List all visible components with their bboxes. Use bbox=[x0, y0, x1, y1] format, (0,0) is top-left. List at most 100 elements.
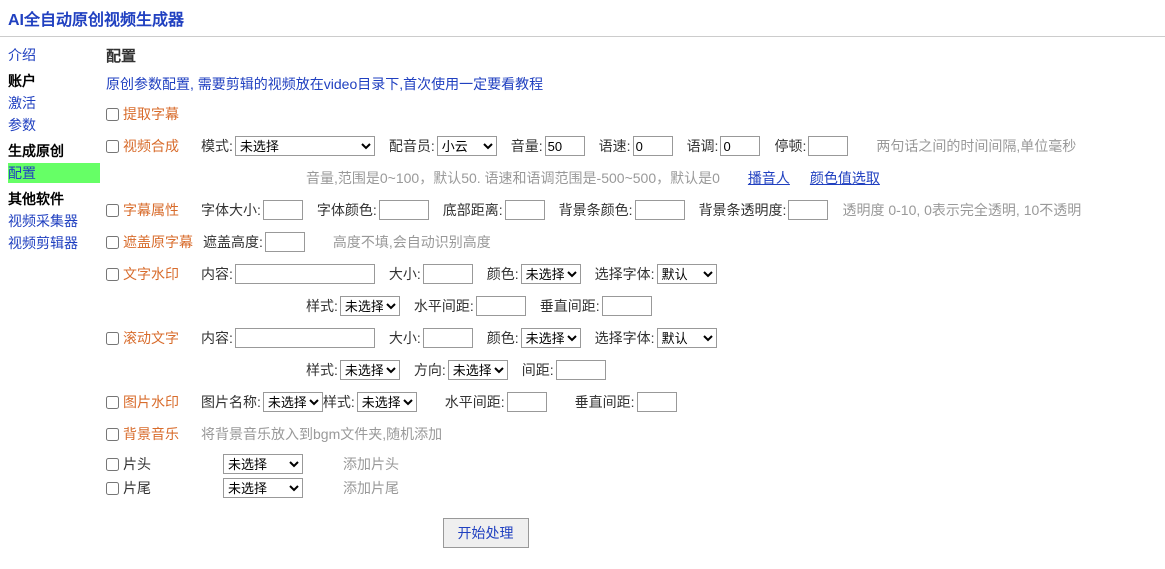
nav-group-other: 其他软件 bbox=[8, 189, 100, 209]
pause-input[interactable] bbox=[808, 136, 848, 156]
iwm-name-select[interactable]: 未选择 bbox=[263, 392, 323, 412]
twm-hspacing-input[interactable] bbox=[476, 296, 526, 316]
head-label: 片头 bbox=[123, 454, 193, 474]
st-font-label: 选择字体: bbox=[595, 328, 655, 348]
app-title: AI全自动原创视频生成器 bbox=[8, 6, 1157, 30]
st-spacing-input[interactable] bbox=[556, 360, 606, 380]
video-synthesis-label: 视频合成 bbox=[123, 136, 191, 156]
subtitle-attr-checkbox[interactable] bbox=[106, 204, 119, 217]
nav-group-account: 账户 bbox=[8, 71, 100, 91]
nav-config[interactable]: 配置 bbox=[8, 163, 100, 183]
start-process-button[interactable]: 开始处理 bbox=[443, 518, 529, 548]
twm-color-select[interactable]: 未选择 bbox=[521, 264, 581, 284]
twm-size-input[interactable] bbox=[423, 264, 473, 284]
content-panel: 配置 原创参数配置, 需要剪辑的视频放在video目录下,首次使用一定要看教程 … bbox=[100, 37, 1165, 548]
iwm-name-label: 图片名称: bbox=[201, 392, 261, 412]
subtitle-attr-label: 字幕属性 bbox=[123, 200, 191, 220]
bg-color-input[interactable] bbox=[635, 200, 685, 220]
sidebar: 介绍 账户 激活 参数 生成原创 配置 其他软件 视频采集器 视频剪辑器 bbox=[0, 37, 100, 548]
twm-font-select[interactable]: 默认 bbox=[657, 264, 717, 284]
pause-note: 两句话之间的时间间隔,单位毫秒 bbox=[876, 136, 1076, 156]
extract-subtitle-checkbox[interactable] bbox=[106, 108, 119, 121]
st-color-select[interactable]: 未选择 bbox=[521, 328, 581, 348]
st-font-select[interactable]: 默认 bbox=[657, 328, 717, 348]
nav-collector[interactable]: 视频采集器 bbox=[8, 211, 100, 231]
st-content-label: 内容: bbox=[201, 328, 233, 348]
iwm-vspacing-label: 垂直间距: bbox=[575, 392, 635, 412]
font-size-label: 字体大小: bbox=[201, 200, 261, 220]
twm-content-label: 内容: bbox=[201, 264, 233, 284]
font-color-label: 字体颜色: bbox=[317, 200, 377, 220]
twm-hspacing-label: 水平间距: bbox=[414, 296, 474, 316]
bgm-label: 背景音乐 bbox=[123, 424, 191, 444]
font-size-input[interactable] bbox=[263, 200, 303, 220]
cover-subtitle-checkbox[interactable] bbox=[106, 236, 119, 249]
text-watermark-checkbox[interactable] bbox=[106, 268, 119, 281]
head-select[interactable]: 未选择 bbox=[223, 454, 303, 474]
iwm-vspacing-input[interactable] bbox=[637, 392, 677, 412]
iwm-hspacing-label: 水平间距: bbox=[445, 392, 505, 412]
nav-activate[interactable]: 激活 bbox=[8, 93, 100, 113]
speed-input[interactable] bbox=[633, 136, 673, 156]
config-hint: 原创参数配置, 需要剪辑的视频放在video目录下,首次使用一定要看教程 bbox=[106, 74, 1165, 94]
font-color-input[interactable] bbox=[379, 200, 429, 220]
mode-select[interactable]: 未选择 bbox=[235, 136, 375, 156]
voicer-label: 配音员: bbox=[389, 136, 435, 156]
bg-color-label: 背景条颜色: bbox=[559, 200, 633, 220]
iwm-hspacing-input[interactable] bbox=[507, 392, 547, 412]
twm-vspacing-input[interactable] bbox=[602, 296, 652, 316]
cover-height-input[interactable] bbox=[265, 232, 305, 252]
twm-font-label: 选择字体: bbox=[595, 264, 655, 284]
scroll-text-checkbox[interactable] bbox=[106, 332, 119, 345]
nav-params[interactable]: 参数 bbox=[8, 115, 100, 135]
image-watermark-label: 图片水印 bbox=[123, 392, 191, 412]
cover-height-label: 遮盖高度: bbox=[203, 232, 263, 252]
tone-input[interactable] bbox=[720, 136, 760, 156]
scroll-text-label: 滚动文字 bbox=[123, 328, 191, 348]
tail-label: 片尾 bbox=[123, 478, 193, 498]
voicer-select[interactable]: 小云 bbox=[437, 136, 497, 156]
alpha-note: 透明度 0-10, 0表示完全透明, 10不透明 bbox=[842, 200, 1081, 220]
volume-input[interactable] bbox=[545, 136, 585, 156]
tail-select[interactable]: 未选择 bbox=[223, 478, 303, 498]
st-size-label: 大小: bbox=[389, 328, 421, 348]
iwm-style-label: 样式: bbox=[323, 392, 355, 412]
st-style-label: 样式: bbox=[306, 360, 338, 380]
twm-style-select[interactable]: 未选择 bbox=[340, 296, 400, 316]
twm-color-label: 颜色: bbox=[487, 264, 519, 284]
cover-height-note: 高度不填,会自动识别高度 bbox=[333, 232, 491, 252]
head-note: 添加片头 bbox=[343, 454, 399, 474]
st-color-label: 颜色: bbox=[487, 328, 519, 348]
bg-alpha-input[interactable] bbox=[788, 200, 828, 220]
twm-content-input[interactable] bbox=[235, 264, 375, 284]
bottom-dist-input[interactable] bbox=[505, 200, 545, 220]
tail-checkbox[interactable] bbox=[106, 482, 119, 495]
extract-subtitle-label: 提取字幕 bbox=[123, 104, 191, 124]
st-dir-label: 方向: bbox=[414, 360, 446, 380]
twm-vspacing-label: 垂直间距: bbox=[540, 296, 600, 316]
color-picker-link[interactable]: 颜色值选取 bbox=[810, 168, 880, 188]
nav-intro[interactable]: 介绍 bbox=[8, 45, 100, 65]
synthesis-sub-hint: 音量,范围是0~100，默认50. 语速和语调范围是-500~500，默认是0 bbox=[306, 168, 720, 188]
iwm-style-select[interactable]: 未选择 bbox=[357, 392, 417, 412]
st-spacing-label: 间距: bbox=[522, 360, 554, 380]
video-synthesis-checkbox[interactable] bbox=[106, 140, 119, 153]
nav-editor[interactable]: 视频剪辑器 bbox=[8, 233, 100, 253]
st-size-input[interactable] bbox=[423, 328, 473, 348]
announcer-link[interactable]: 播音人 bbox=[748, 168, 790, 188]
head-checkbox[interactable] bbox=[106, 458, 119, 471]
text-watermark-label: 文字水印 bbox=[123, 264, 191, 284]
bottom-dist-label: 底部距离: bbox=[443, 200, 503, 220]
image-watermark-checkbox[interactable] bbox=[106, 396, 119, 409]
pause-label: 停顿: bbox=[774, 136, 806, 156]
bgm-checkbox[interactable] bbox=[106, 428, 119, 441]
st-dir-select[interactable]: 未选择 bbox=[448, 360, 508, 380]
st-content-input[interactable] bbox=[235, 328, 375, 348]
cover-subtitle-label: 遮盖原字幕 bbox=[123, 232, 193, 252]
mode-label: 模式: bbox=[201, 136, 233, 156]
page-title: 配置 bbox=[106, 45, 1165, 66]
st-style-select[interactable]: 未选择 bbox=[340, 360, 400, 380]
twm-size-label: 大小: bbox=[389, 264, 421, 284]
nav-group-gen: 生成原创 bbox=[8, 141, 100, 161]
volume-label: 音量: bbox=[511, 136, 543, 156]
